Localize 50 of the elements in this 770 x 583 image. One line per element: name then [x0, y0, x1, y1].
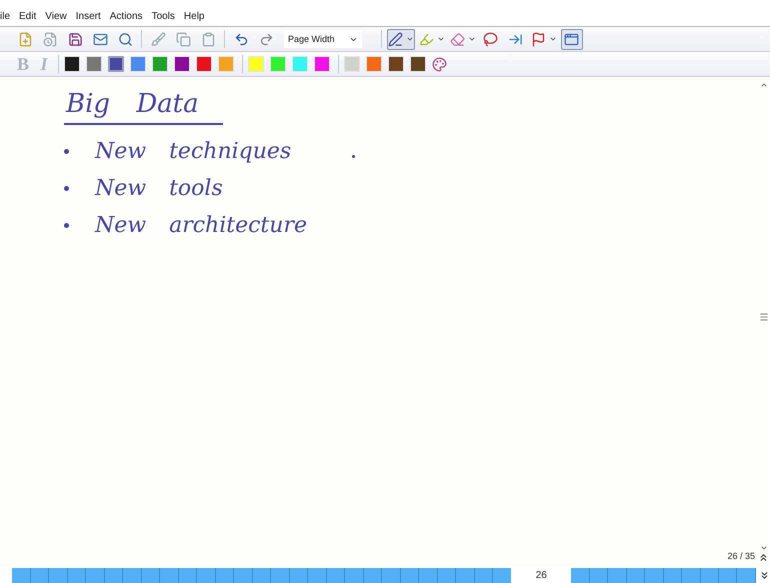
eraser-icon: [450, 32, 465, 46]
undo-icon: [234, 32, 248, 46]
scroll-down-icon[interactable]: [760, 544, 768, 552]
menu-item[interactable]: Insert: [76, 10, 101, 26]
clipboard-icon: [200, 32, 216, 46]
page-thumbnails[interactable]: [12, 568, 512, 582]
scroll-up-icon[interactable]: [760, 81, 768, 89]
caret-icon: [548, 35, 557, 43]
mail-icon: [92, 32, 108, 46]
window-icon: [564, 32, 580, 46]
next-page-icon[interactable]: [759, 570, 770, 580]
ink-dot: [352, 155, 355, 158]
search-icon: [118, 32, 132, 46]
handwritten-line: New techniques: [95, 139, 292, 164]
color-swatch[interactable]: [108, 56, 124, 72]
toolbar-button[interactable]: [386, 28, 415, 50]
brush-icon: [150, 32, 166, 46]
scroll-thumb-icon[interactable]: [758, 312, 768, 322]
caret-icon: [406, 35, 414, 43]
palette-icon[interactable]: [432, 56, 447, 72]
copy-icon: [176, 32, 190, 46]
page-indicator: 26 / 35: [727, 551, 755, 561]
handwritten-line: New tools: [95, 176, 223, 201]
caret-icon: [468, 35, 476, 43]
lasso-icon: [483, 32, 498, 46]
menu-item[interactable]: Edit: [19, 10, 36, 26]
page-thumbnails[interactable]: [571, 568, 756, 582]
pen-icon: [388, 32, 403, 46]
menu-item[interactable]: Help: [184, 10, 204, 26]
zoom-dropdown[interactable]: Page Width: [284, 30, 362, 48]
highlighter-icon: [418, 32, 434, 46]
flag-icon: [530, 32, 546, 46]
handwritten-line: New architecture: [95, 213, 307, 238]
current-page-number: 26: [534, 570, 548, 580]
redo-icon: [258, 32, 274, 46]
menu-item[interactable]: Actions: [110, 10, 143, 26]
page-icon: [42, 32, 58, 46]
bullet-dot: [64, 223, 69, 228]
caret-icon: [436, 35, 445, 43]
toolbar-button[interactable]: [560, 28, 583, 50]
previous-page-icon[interactable]: [758, 552, 769, 563]
arrow-icon: [508, 32, 524, 46]
handwritten-heading: Big Data: [64, 89, 223, 125]
menu-item[interactable]: ile: [0, 10, 10, 26]
new-note-icon: [18, 32, 32, 46]
menu-item[interactable]: View: [45, 10, 67, 26]
save-icon: [68, 32, 82, 46]
menu-item[interactable]: Tools: [152, 10, 175, 26]
bullet-dot: [64, 186, 69, 191]
bullet-dot: [64, 149, 69, 154]
